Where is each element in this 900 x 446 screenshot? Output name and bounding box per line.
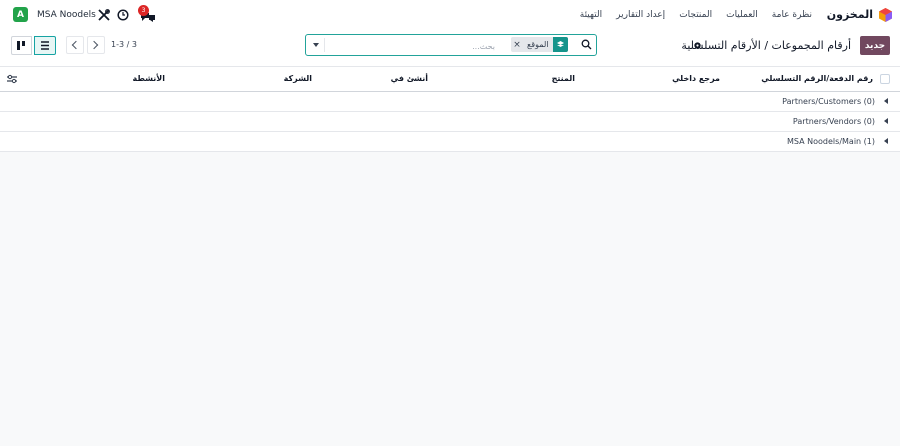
group-row[interactable]: Partners/Vendors (0) (0, 112, 900, 132)
chat-badge: 3 (138, 5, 149, 16)
caret-left-icon (884, 118, 888, 124)
main-menu: نظرة عامة العمليات المنتجات إعداد التقار… (580, 10, 812, 20)
menu-configuration[interactable]: التهيئة (580, 10, 602, 20)
column-internal-reference[interactable]: مرجع داخلي (672, 74, 720, 83)
group-row[interactable]: Partners/Customers (0) (0, 92, 900, 112)
page-title: أرقام المجموعات / الأرقام التسلسلية (681, 39, 851, 52)
group-label: Partners/Customers (0) (782, 97, 875, 106)
facet-label: الموقع (527, 40, 549, 49)
search-icon[interactable] (581, 39, 592, 50)
top-navbar: المخزون نظرة عامة العمليات المنتجات إعدا… (0, 0, 900, 31)
column-product[interactable]: المنتج (552, 74, 575, 83)
pager-previous-button[interactable] (66, 36, 84, 54)
search-dropdown-toggle[interactable] (308, 38, 325, 52)
table-header: رقم الدفعة/الرقم التسلسلي مرجع داخلي الم… (0, 67, 900, 92)
group-row[interactable]: MSA Noodels/Main (1) (0, 132, 900, 152)
new-button[interactable]: جديد (860, 36, 890, 55)
clock-icon[interactable] (117, 9, 129, 21)
gear-icon[interactable] (693, 41, 702, 50)
pager-value[interactable]: 1-3 / 3 (111, 40, 137, 49)
menu-operations[interactable]: العمليات (726, 10, 758, 20)
column-created-on[interactable]: أنشئ في (391, 74, 428, 83)
company-switcher[interactable]: MSA Noodels (37, 10, 96, 20)
lots-table: رقم الدفعة/الرقم التسلسلي مرجع داخلي الم… (0, 67, 900, 152)
select-all-checkbox[interactable] (880, 74, 890, 84)
control-panel: جديد أرقام المجموعات / الأرقام التسلسلية… (0, 30, 900, 67)
location-filter-facet: × الموقع (511, 37, 568, 52)
search-input[interactable] (328, 37, 497, 55)
menu-reporting[interactable]: إعداد التقارير (616, 10, 665, 20)
group-label: Partners/Vendors (0) (792, 117, 875, 126)
column-settings-icon[interactable] (6, 73, 18, 85)
menu-overview[interactable]: نظرة عامة (772, 10, 812, 20)
menu-products[interactable]: المنتجات (679, 10, 712, 20)
layers-icon (552, 37, 568, 52)
app-logo-icon[interactable] (879, 8, 892, 22)
kanban-view-icon (17, 41, 25, 50)
facet-remove-button[interactable]: × (511, 40, 523, 50)
app-name[interactable]: المخزون (827, 8, 873, 21)
list-view-icon (41, 41, 49, 50)
column-activities[interactable]: الأنشطة (133, 74, 166, 83)
group-label: MSA Noodels/Main (1) (787, 137, 875, 146)
kanban-view-button[interactable] (11, 36, 32, 55)
user-avatar[interactable]: A (13, 7, 28, 22)
list-view-button[interactable] (34, 36, 56, 55)
caret-left-icon (884, 98, 888, 104)
pager-next-button[interactable] (87, 36, 105, 54)
caret-left-icon (884, 138, 888, 144)
column-lot-serial[interactable]: رقم الدفعة/الرقم التسلسلي (761, 74, 873, 83)
column-company[interactable]: الشركة (284, 74, 312, 83)
tools-icon[interactable] (98, 9, 110, 21)
search-bar: × الموقع (305, 34, 597, 56)
